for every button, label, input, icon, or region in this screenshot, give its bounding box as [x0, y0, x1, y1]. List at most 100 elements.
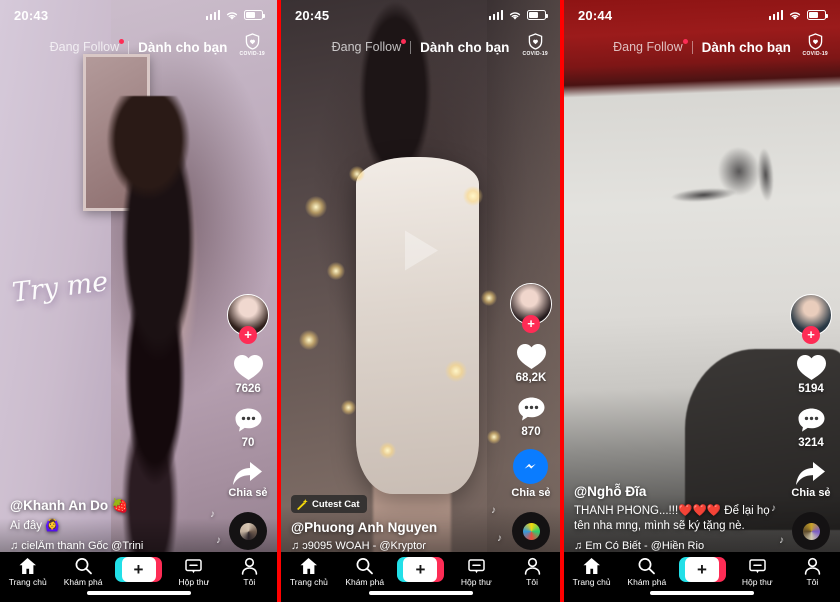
- inbox-icon: [468, 559, 485, 574]
- notification-dot: [682, 39, 688, 44]
- shield-heart-icon: [528, 33, 543, 50]
- nav-inbox-2[interactable]: Hộp thư: [448, 557, 504, 587]
- tab-for-you[interactable]: Dành cho bạn: [138, 40, 227, 55]
- nav-discover-2[interactable]: Khám phá: [337, 557, 393, 587]
- sparkle-effect: [481, 290, 497, 306]
- music-disc-3[interactable]: [792, 512, 830, 550]
- music-info-3[interactable]: ♫ Em Có Biết - @Hiền Rio: [574, 540, 774, 552]
- share-action-1[interactable]: Chia sẻ: [228, 460, 268, 499]
- messenger-share-icon[interactable]: [513, 449, 549, 484]
- sparkle-effect: [327, 262, 345, 280]
- share-arrow-icon: [233, 462, 263, 485]
- nav-label: Trang chủ: [572, 577, 611, 587]
- nav-inbox-3[interactable]: Hộp thư: [730, 557, 785, 587]
- creator-avatar-2[interactable]: +: [510, 283, 552, 333]
- caption-block-1: @Khanh An Do 🍓 Ai đây 🙆‍♀️ ♫ cielÂm than…: [10, 498, 210, 552]
- nav-inbox-1[interactable]: Hộp thư: [166, 557, 221, 587]
- profile-icon: [804, 557, 821, 575]
- search-icon: [75, 558, 92, 575]
- music-info-2[interactable]: ♫ ɔ9095 WOAH - @Kryptoɾ: [291, 540, 491, 552]
- add-video-icon[interactable]: +: [396, 557, 444, 582]
- status-icons: [205, 10, 265, 21]
- covid-info-button-3[interactable]: COVID-19: [803, 33, 828, 57]
- covid-info-button-1[interactable]: COVID-19: [240, 33, 265, 57]
- creator-username-1[interactable]: @Khanh An Do 🍓: [10, 498, 210, 514]
- video-description-1: Ai đây 🙆‍♀️: [10, 520, 60, 533]
- top-tabs-2: Đang Follow Dành cho bạn: [281, 34, 560, 60]
- covid-info-button-2[interactable]: COVID-19: [523, 33, 548, 57]
- nav-profile-1[interactable]: Tôi: [222, 557, 277, 587]
- nav-home-2[interactable]: Trang chủ: [281, 557, 337, 587]
- creator-avatar-3[interactable]: +: [790, 294, 832, 344]
- comment-action-1[interactable]: 70: [233, 406, 264, 449]
- comment-action-2[interactable]: 870: [516, 395, 547, 438]
- creator-username-3[interactable]: @Nghỗ Đĩa: [574, 484, 774, 499]
- add-video-icon[interactable]: +: [678, 557, 726, 582]
- shield-heart-icon: [245, 33, 260, 50]
- comment-action-3[interactable]: 3214: [796, 406, 827, 449]
- nav-create-1[interactable]: +: [111, 557, 166, 582]
- sparkle-effect: [379, 442, 396, 459]
- scene-subject-dress: [356, 156, 480, 494]
- action-rail-2: + 68,2K 870 Chia sẻ: [508, 283, 554, 510]
- tab-following[interactable]: Đang Follow: [49, 39, 125, 54]
- like-action-2[interactable]: 68,2K: [515, 341, 548, 384]
- share-action-2[interactable]: Chia sẻ: [511, 449, 551, 499]
- like-action-3[interactable]: 5194: [795, 352, 828, 395]
- wifi-icon: [226, 11, 238, 20]
- covid-label: COVID-19: [239, 51, 265, 57]
- follow-button[interactable]: +: [522, 315, 540, 333]
- creator-avatar-1[interactable]: +: [227, 294, 269, 344]
- music-disc-2[interactable]: [512, 512, 550, 550]
- add-video-label: +: [121, 557, 156, 582]
- nav-discover-1[interactable]: Khám phá: [55, 557, 110, 587]
- music-note-icon-b: ♪: [497, 533, 502, 544]
- follow-button[interactable]: +: [802, 326, 820, 344]
- tab-following[interactable]: Đang Follow: [332, 39, 407, 54]
- status-time: 20:44: [578, 7, 613, 23]
- nav-label: Hộp thư: [741, 577, 773, 587]
- sparkle-effect: [349, 166, 365, 182]
- play-button-2[interactable]: [401, 227, 441, 278]
- top-tabs-3: Đang Follow Dành cho bạn: [564, 34, 840, 60]
- nav-create-3[interactable]: +: [674, 557, 729, 582]
- caption-block-3: @Nghỗ Đĩa THANH PHONG...!!!❤️❤️❤️ Để lại…: [574, 484, 774, 552]
- status-bar-1: 20:43: [0, 0, 277, 30]
- creator-username-2[interactable]: @Phuong Anh Nguyen: [291, 520, 491, 535]
- effect-badge-2[interactable]: Cutest Cat: [291, 495, 367, 513]
- nav-profile-2[interactable]: Tôi: [504, 557, 560, 587]
- share-action-3[interactable]: Chia sẻ: [791, 460, 831, 499]
- nav-label: Tôi: [243, 577, 256, 587]
- tab-following-label: Đang Follow: [49, 40, 120, 54]
- home-icon: [19, 558, 37, 574]
- status-time: 20:45: [295, 7, 330, 23]
- tab-following[interactable]: Đang Follow: [613, 39, 688, 54]
- add-video-icon[interactable]: +: [115, 557, 163, 582]
- share-label: Chia sẻ: [228, 487, 268, 499]
- nav-discover-3[interactable]: Khám phá: [619, 557, 674, 587]
- music-info-1[interactable]: ♫ cielÂm thanh Gốc @Trini: [10, 540, 210, 552]
- sparkle-effect: [487, 430, 501, 444]
- sparkle-effect: [305, 196, 327, 218]
- heart-icon: [796, 355, 826, 380]
- follow-button[interactable]: +: [239, 326, 257, 344]
- heart-icon: [233, 355, 263, 380]
- like-action-1[interactable]: 7626: [232, 352, 265, 395]
- nav-label: Trang chủ: [8, 577, 47, 587]
- nav-home-3[interactable]: Trang chủ: [564, 557, 619, 587]
- nav-home-1[interactable]: Trang chủ: [0, 557, 55, 587]
- nav-create-2[interactable]: +: [393, 557, 449, 582]
- nav-label: Trang chủ: [289, 577, 328, 587]
- nav-label: Khám phá: [63, 577, 103, 587]
- nav-profile-3[interactable]: Tôi: [785, 557, 840, 587]
- shield-heart-icon: [808, 33, 823, 50]
- sparkle-effect: [463, 186, 483, 206]
- tab-divider: [691, 40, 693, 54]
- video-description-3: THANH PHONG...!!!❤️❤️❤️ Để lại họ tên nh…: [574, 504, 770, 533]
- tab-for-you[interactable]: Dành cho bạn: [702, 40, 791, 55]
- music-disc-1[interactable]: [229, 512, 267, 550]
- tab-for-you[interactable]: Dành cho bạn: [420, 40, 509, 55]
- nav-label: Tôi: [526, 577, 538, 587]
- phone-screen-3: 20:44 Đang Follow Dành cho bạn COVID-19 …: [564, 0, 840, 602]
- status-bar-3: 20:44: [564, 0, 840, 30]
